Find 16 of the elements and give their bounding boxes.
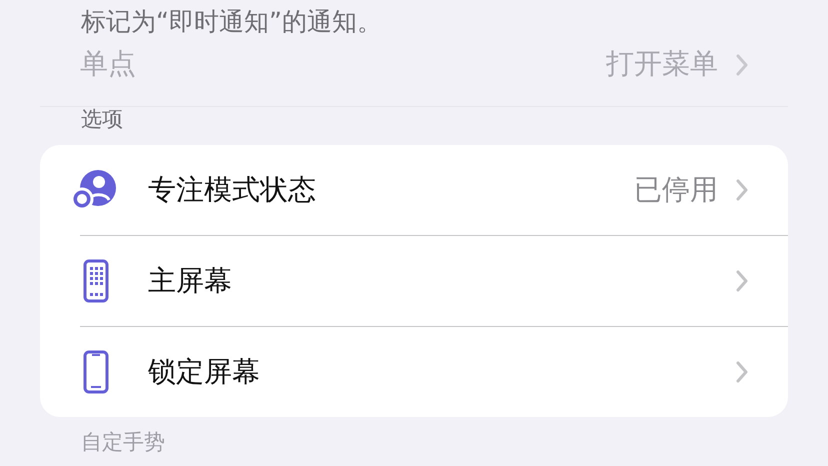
description-text: 标记为“即时通知”的通知。 (81, 6, 383, 38)
menu-item[interactable]: 专注模式状态 已停用 (40, 145, 788, 235)
section-header: 选项 (81, 107, 124, 131)
chevron-icon (736, 179, 748, 201)
menu-item[interactable]: 主屏幕 (80, 235, 788, 326)
item-label: 主屏幕 (148, 263, 233, 299)
chevron-icon (736, 54, 748, 76)
item-value: 已停用 (634, 172, 718, 208)
menu-item[interactable]: 锁定屏幕 (80, 326, 788, 417)
chevron-icon (736, 270, 748, 292)
section-header: 自定手势 (81, 429, 166, 455)
chevron-icon (736, 361, 748, 383)
row-label: 单点 (80, 46, 137, 82)
row-value: 打开菜单 (606, 46, 718, 82)
item-label: 锁定屏幕 (148, 354, 261, 390)
item-label: 专注模式状态 (148, 172, 317, 208)
